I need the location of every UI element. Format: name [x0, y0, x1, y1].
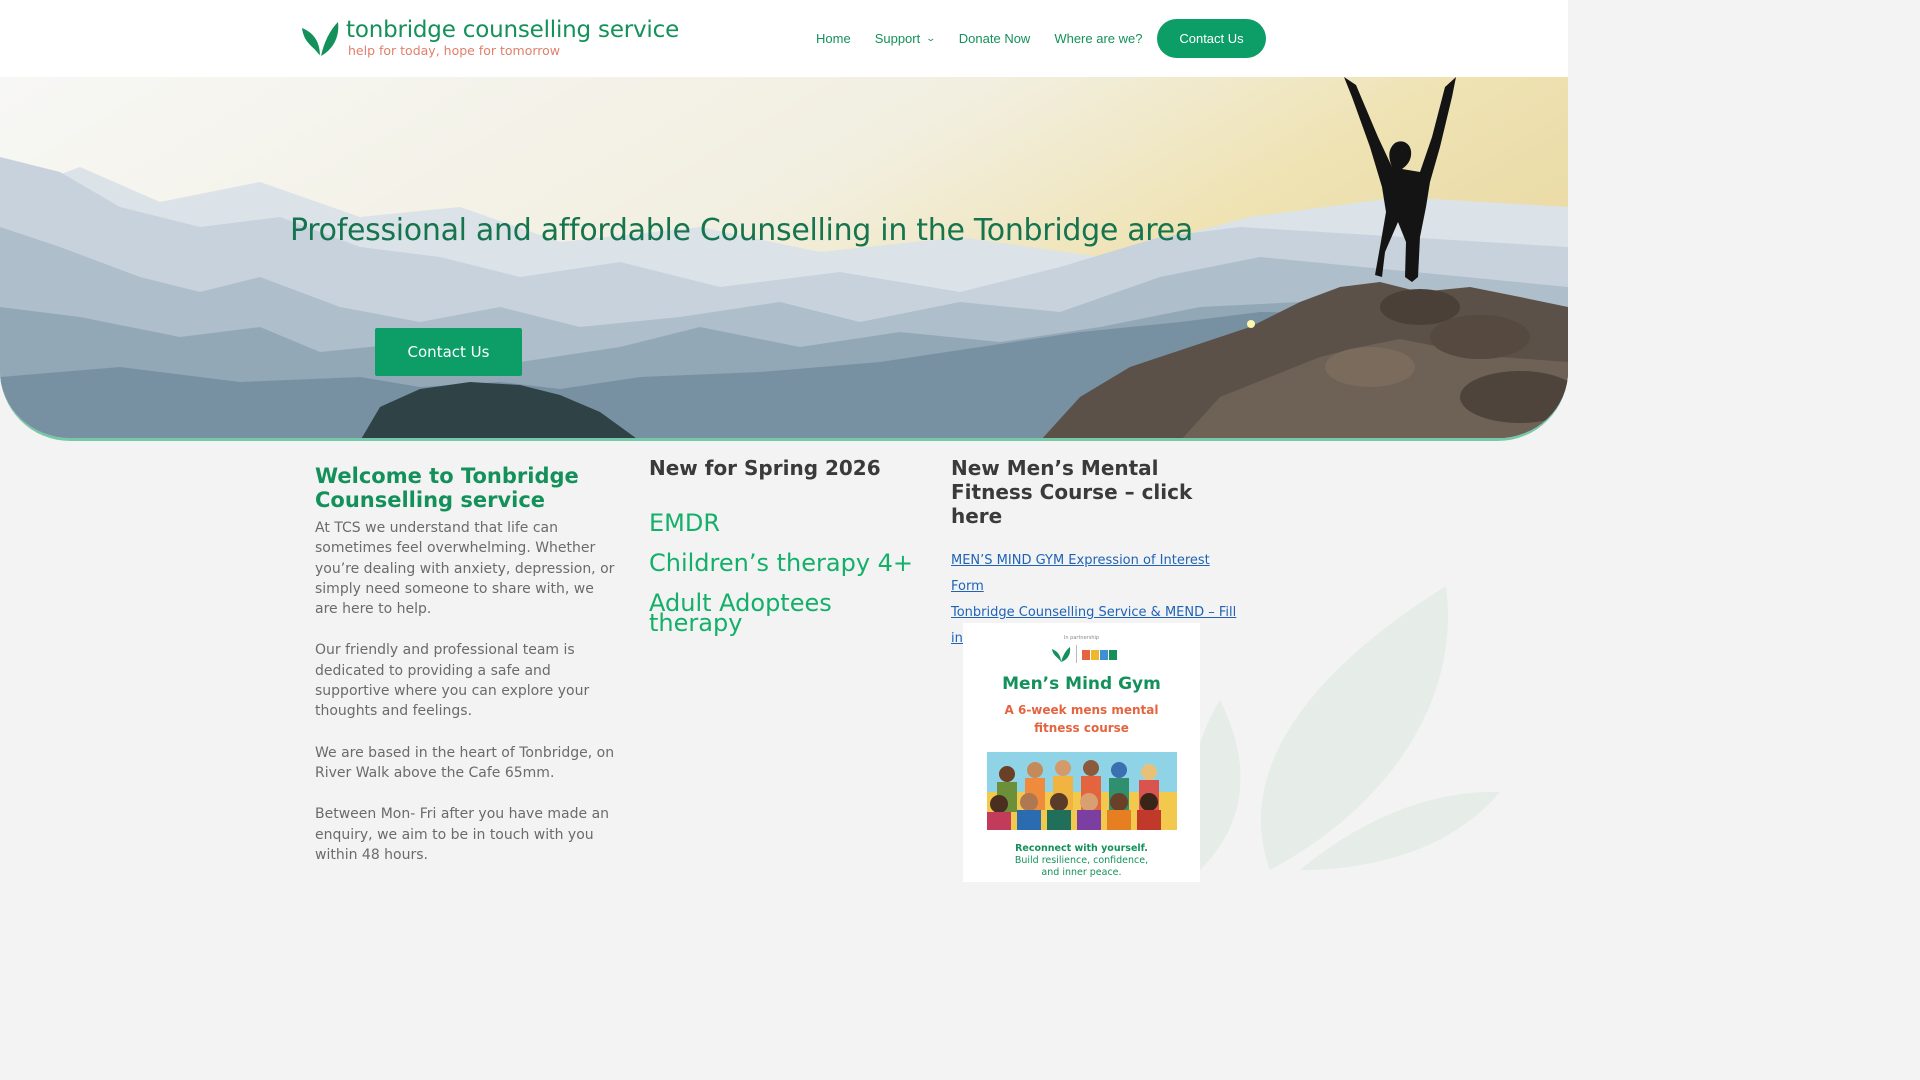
- header-contact-button[interactable]: Contact Us: [1157, 19, 1266, 58]
- welcome-paragraph: At TCS we understand that life can somet…: [315, 520, 615, 618]
- mens-mind-gym-poster[interactable]: In partnership Men’s Mind Gym A 6-week m…: [963, 623, 1200, 882]
- poster-logos: [1051, 644, 1118, 664]
- site-logo[interactable]: tonbridge counselling service help for t…: [300, 16, 679, 60]
- hero-contact-button[interactable]: Contact Us: [375, 328, 522, 376]
- welcome-paragraph: We are based in the heart of Tonbridge, …: [315, 744, 615, 781]
- welcome-paragraph: Between Mon- Fri after you have made an …: [315, 806, 610, 863]
- nav-support[interactable]: Support ⌄: [874, 31, 937, 46]
- site-title: tonbridge counselling service: [346, 17, 680, 43]
- therapy-item: Adult Adoptees therapy: [649, 589, 832, 637]
- hero-title: Professional and affordable Counselling …: [290, 213, 1193, 248]
- nav-donate[interactable]: Donate Now: [959, 31, 1031, 46]
- site-tagline: help for today, hope for tomorrow: [348, 43, 560, 58]
- mens-course-heading[interactable]: New Men’s Mental Fitness Course – click …: [951, 456, 1241, 528]
- nav-home[interactable]: Home: [816, 31, 851, 46]
- poster-partner-text: In partnership: [1063, 635, 1100, 641]
- tcs-mini-logo-icon: [1052, 647, 1071, 662]
- welcome-paragraph: Our friendly and professional team is de…: [315, 642, 590, 720]
- spring-section: New for Spring 2026 EMDR Children’s ther…: [649, 456, 929, 653]
- main-nav: Home Support ⌄ Donate Now Where are we?: [816, 31, 1166, 46]
- poster-title: Men’s Mind Gym: [1002, 674, 1161, 694]
- poster-footer-text: Build resilience, confidence, and inner …: [963, 855, 1200, 879]
- poster-footer-line: Build resilience, confidence,: [1014, 855, 1149, 866]
- leaf-logo-icon: [302, 22, 339, 57]
- therapy-item: Children’s therapy 4+: [649, 549, 914, 577]
- site-header: tonbridge counselling service help for t…: [0, 0, 1568, 77]
- poster-subtitle: A 6-week mens mental fitness course: [1004, 703, 1159, 735]
- poster-footer-line: and inner peace.: [1041, 867, 1122, 878]
- hero-banner: Professional and affordable Counselling …: [0, 77, 1568, 441]
- mend-logo-icon: [1082, 650, 1117, 660]
- spring-heading: New for Spring 2026: [649, 456, 881, 480]
- welcome-heading: Welcome to Tonbridge Counselling service: [315, 464, 579, 512]
- hero-background-image: [0, 77, 1568, 438]
- therapy-item: EMDR: [649, 509, 721, 537]
- nav-where[interactable]: Where are we?: [1054, 31, 1142, 46]
- group-of-men-illustration: [987, 752, 1177, 830]
- expression-of-interest-link[interactable]: MEN’S MIND GYM Expression of Interest Fo…: [951, 548, 1241, 600]
- nav-support-label: Support: [874, 31, 921, 46]
- welcome-section: Welcome to Tonbridge Counselling service…: [315, 464, 615, 886]
- chevron-down-icon: ⌄: [925, 33, 937, 43]
- poster-footer-heading: Reconnect with yourself.: [1015, 843, 1148, 854]
